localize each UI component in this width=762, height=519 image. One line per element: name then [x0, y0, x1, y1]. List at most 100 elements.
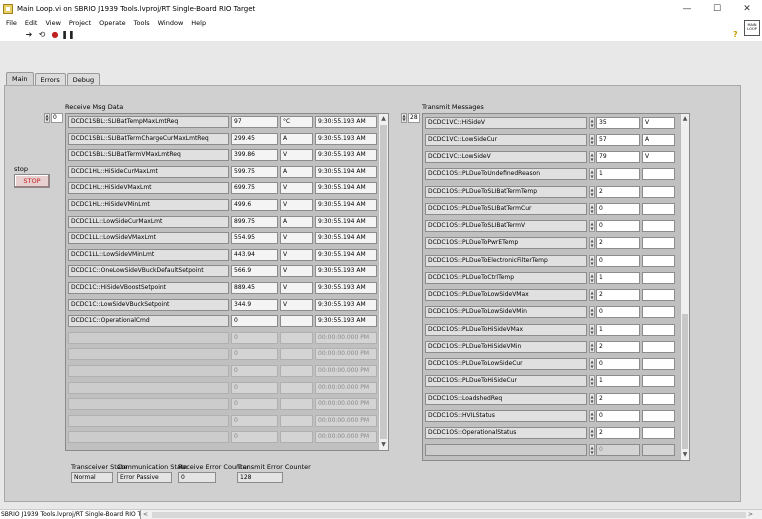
tab-errors[interactable]: Errors: [34, 73, 66, 85]
value-spinner-icon[interactable]: ▲ ▼: [589, 444, 595, 457]
transmit-name-cell[interactable]: DCDC1OS::HVILStatus: [425, 409, 587, 422]
transmit-unit-field[interactable]: [642, 306, 675, 319]
stop-button[interactable]: STOP: [14, 174, 50, 188]
menu-help[interactable]: Help: [187, 19, 210, 27]
transmit-value-field[interactable]: 2: [596, 237, 640, 250]
close-button[interactable]: ✕: [732, 0, 762, 17]
transmit-value-field[interactable]: 35: [596, 116, 640, 129]
transmit-value-field[interactable]: 2: [596, 289, 640, 301]
transmit-unit-field[interactable]: V: [642, 116, 675, 129]
value-spinner-icon[interactable]: ▲ ▼: [589, 427, 595, 439]
transmit-index-value[interactable]: 28: [408, 113, 420, 123]
menu-operate[interactable]: Operate: [95, 19, 129, 27]
menu-project[interactable]: Project: [65, 19, 95, 27]
value-spinner-icon[interactable]: ▲ ▼: [589, 237, 595, 250]
tab-main[interactable]: Main: [6, 72, 34, 85]
value-spinner-icon[interactable]: ▲ ▼: [589, 202, 595, 215]
receive-scrollbar[interactable]: ▲ ▼: [378, 114, 388, 450]
transmit-name-cell[interactable]: DCDC1OS::PLDueToHiSideCur: [425, 375, 587, 388]
transmit-name-cell[interactable]: DCDC1OS::PLDueToElectronicFilterTemp: [425, 254, 587, 267]
transmit-value-field[interactable]: 0: [596, 306, 640, 319]
value-spinner-icon[interactable]: ▲ ▼: [589, 392, 595, 405]
receive-index-spinner[interactable]: ▲ ▼: [44, 113, 50, 123]
transmit-unit-field[interactable]: [642, 392, 675, 405]
value-spinner-icon[interactable]: ▲ ▼: [589, 375, 595, 388]
transmit-name-cell[interactable]: DCDC1OS::PLDueToLowSideVMin: [425, 306, 587, 319]
transmit-value-field[interactable]: 1: [596, 168, 640, 181]
transmit-value-field[interactable]: 1: [596, 271, 640, 284]
transmit-value-field[interactable]: 0: [596, 358, 640, 370]
transmit-name-cell[interactable]: DCDC1OS::OperationalStatus: [425, 427, 587, 439]
transmit-unit-field[interactable]: [642, 185, 675, 198]
transmit-unit-field[interactable]: [642, 202, 675, 215]
scroll-down-icon[interactable]: ▼: [681, 450, 689, 460]
transmit-value-field[interactable]: 1: [596, 323, 640, 336]
value-spinner-icon[interactable]: ▲ ▼: [589, 306, 595, 319]
value-spinner-icon[interactable]: ▲ ▼: [589, 185, 595, 198]
transmit-unit-field[interactable]: [642, 444, 675, 457]
transmit-unit-field[interactable]: [642, 271, 675, 284]
transmit-index-spinner[interactable]: ▲ ▼: [401, 113, 407, 123]
transmit-name-cell[interactable]: DCDC1OS::LoadshedReq: [425, 392, 587, 405]
receive-scroll-thumb[interactable]: [380, 125, 387, 439]
receive-index-value[interactable]: 0: [51, 113, 63, 123]
run-arrow-icon[interactable]: ➔: [24, 30, 34, 40]
transmit-value-field[interactable]: 2: [596, 340, 640, 353]
transmit-unit-field[interactable]: [642, 289, 675, 301]
context-help-icon[interactable]: ?: [733, 30, 742, 39]
transmit-value-field[interactable]: 2: [596, 185, 640, 198]
transmit-scrollbar[interactable]: ▲ ▼: [680, 114, 689, 460]
tab-debug[interactable]: Debug: [66, 73, 101, 85]
transmit-name-cell[interactable]: DCDC1OS::PLDueToHiSideVMin: [425, 340, 587, 353]
transmit-name-cell[interactable]: DCDC1OS::PLDueToLowSideVMax: [425, 289, 587, 301]
transmit-unit-field[interactable]: [642, 254, 675, 267]
transmit-value-field[interactable]: 79: [596, 151, 640, 163]
transmit-name-cell[interactable]: DCDC1OS::PLDueToLowSideCur: [425, 358, 587, 370]
transmit-name-cell[interactable]: DCDC1VC::HiSideV: [425, 116, 587, 129]
transmit-value-field[interactable]: 0: [596, 202, 640, 215]
abort-execution-icon[interactable]: ●: [50, 30, 60, 40]
scroll-right-icon[interactable]: >: [748, 510, 753, 519]
menu-edit[interactable]: Edit: [21, 19, 42, 27]
transmit-value-field[interactable]: 0: [596, 409, 640, 422]
value-spinner-icon[interactable]: ▲ ▼: [589, 168, 595, 181]
transmit-value-field[interactable]: 1: [596, 375, 640, 388]
transmit-scroll-thumb[interactable]: [682, 314, 688, 449]
transmit-name-cell[interactable]: DCDC1VC::LowSideCur: [425, 133, 587, 146]
value-spinner-icon[interactable]: ▲ ▼: [589, 116, 595, 129]
transmit-unit-field[interactable]: [642, 323, 675, 336]
transmit-unit-field[interactable]: [642, 340, 675, 353]
scroll-up-icon[interactable]: ▲: [681, 114, 689, 124]
maximize-button[interactable]: ☐: [702, 0, 732, 17]
transmit-unit-field[interactable]: V: [642, 151, 675, 163]
menu-tools[interactable]: Tools: [130, 19, 154, 27]
value-spinner-icon[interactable]: ▲ ▼: [589, 133, 595, 146]
transmit-name-cell[interactable]: DCDC1OS::PLDueToPwrETemp: [425, 237, 587, 250]
value-spinner-icon[interactable]: ▲ ▼: [589, 409, 595, 422]
value-spinner-icon[interactable]: ▲ ▼: [589, 271, 595, 284]
scroll-up-icon[interactable]: ▲: [379, 114, 388, 124]
transmit-unit-field[interactable]: [642, 427, 675, 439]
minimize-button[interactable]: —: [672, 0, 702, 17]
transmit-name-cell[interactable]: DCDC1OS::PLDueToCtrlTemp: [425, 271, 587, 284]
transmit-unit-field[interactable]: A: [642, 133, 675, 146]
transmit-name-cell[interactable]: DCDC1OS::PLDueToHiSideVMax: [425, 323, 587, 336]
transmit-unit-field[interactable]: [642, 237, 675, 250]
transmit-value-field[interactable]: 0: [596, 220, 640, 232]
transmit-value-field[interactable]: 0: [596, 254, 640, 267]
value-spinner-icon[interactable]: ▲ ▼: [589, 323, 595, 336]
value-spinner-icon[interactable]: ▲ ▼: [589, 254, 595, 267]
transmit-value-field[interactable]: 2: [596, 392, 640, 405]
menu-window[interactable]: Window: [154, 19, 188, 27]
scroll-down-icon[interactable]: ▼: [379, 440, 388, 450]
transmit-unit-field[interactable]: [642, 409, 675, 422]
value-spinner-icon[interactable]: ▲ ▼: [589, 151, 595, 163]
transmit-unit-field[interactable]: [642, 220, 675, 232]
value-spinner-icon[interactable]: ▲ ▼: [589, 289, 595, 301]
transmit-name-cell[interactable]: DCDC1OS::PLDueToSLIBatTermTemp: [425, 185, 587, 198]
transmit-name-cell[interactable]: DCDC1OS::PLDueToSLIBatTermCur: [425, 202, 587, 215]
menu-view[interactable]: View: [41, 19, 64, 27]
transmit-name-cell[interactable]: DCDC1VC::LowSideV: [425, 151, 587, 163]
transmit-name-cell[interactable]: [425, 444, 587, 457]
transmit-name-cell[interactable]: DCDC1OS::PLDueToSLIBatTermV: [425, 220, 587, 232]
